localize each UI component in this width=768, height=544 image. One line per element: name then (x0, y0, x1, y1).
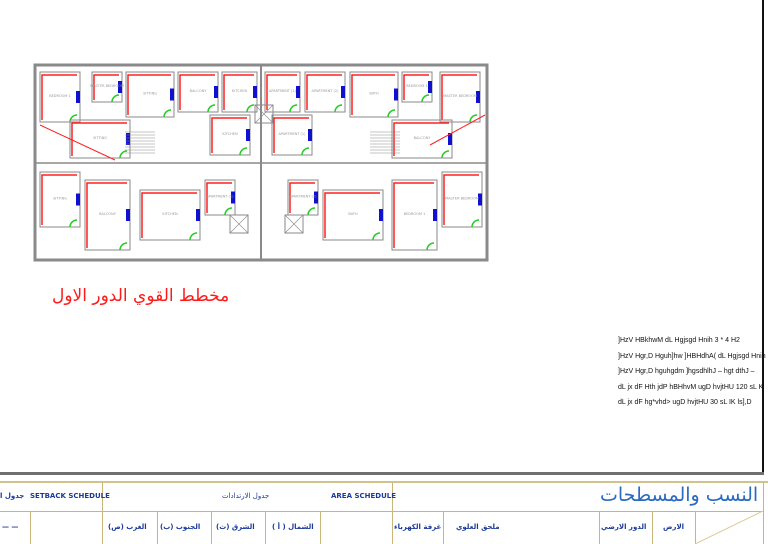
setback-title-ar: جدول ا (0, 492, 25, 500)
door-swing (119, 150, 128, 159)
distribution-panel (394, 88, 398, 101)
area-electric-room: غرفة الكهرباء (394, 523, 442, 531)
room-label: BALCONY (99, 212, 117, 216)
door-swing (119, 242, 128, 251)
floor-plan-drawing: BEDROOM 1 MASTER BEDROOM SITTING BALCONY KIT… (33, 63, 489, 262)
door-swing (334, 104, 343, 113)
drawing-title: مخطط القوي الدور الاول (52, 286, 230, 306)
room-label: MASTER BEDROOM (90, 84, 124, 88)
room-label: MASTER BEDROOM (443, 94, 477, 98)
distribution-panel (126, 209, 130, 221)
door-swing (441, 150, 450, 159)
col-line (30, 511, 31, 544)
drawing-border-bottom (0, 472, 764, 475)
distribution-panel (428, 81, 432, 93)
diagonal-line (695, 511, 763, 544)
area-land: الارض (663, 523, 685, 531)
door-swing (426, 242, 435, 251)
elevator-cross (229, 214, 249, 234)
distribution-panel (76, 91, 80, 103)
door-swing (421, 94, 430, 103)
room-label: BALCONY (190, 89, 208, 93)
door-swing (163, 109, 172, 118)
door-swing (69, 114, 78, 123)
setback-north: الشمال ( أ ) (272, 523, 314, 531)
room-label: MASTER BEDROOM (445, 197, 479, 201)
note-line: dL jx dF Hth jdP hBHhvM ugD hvjtHU 120 s… (618, 383, 764, 391)
distribution-panel (214, 86, 218, 98)
room-label: KITCHEN (162, 212, 178, 216)
distribution-panel (433, 209, 437, 221)
area-roof-annex: ملحق العلوي (456, 523, 500, 531)
door-swing (239, 147, 248, 156)
area-title-en: AREA SCHEDULE (331, 492, 396, 500)
distribution-panel (246, 129, 250, 141)
area-ground-floor: الدور الارضي (601, 523, 647, 531)
distribution-panel (170, 88, 174, 101)
wiring-diagonal (39, 124, 116, 161)
room-label: BEDROOM 1 (406, 84, 428, 88)
room-label: APARTMENT (1) (206, 195, 234, 199)
elevator-cross (284, 214, 304, 234)
distribution-panel (341, 86, 345, 98)
door-swing (387, 109, 396, 118)
distribution-panel (76, 193, 80, 206)
area-title-ar: النسب والمسطحات (600, 484, 759, 506)
room-label: APARTMENT (1) (278, 132, 306, 136)
door-swing (372, 232, 381, 241)
row-divider (0, 511, 763, 512)
setback-east: الشرق (ث) (216, 523, 255, 531)
room-label: SITTING (93, 136, 107, 140)
room-label: KITCHEN (232, 89, 248, 93)
distribution-panel (296, 86, 300, 98)
room-label: BALCONY (414, 136, 432, 140)
distribution-panel (308, 129, 312, 141)
col-line (211, 511, 212, 544)
setbacks-title-ar: جدول الارتدادات (222, 492, 270, 500)
note-line: ]HzV Hgr,D Hguh]hw ]HBHdhA( dL Hgjsgd Hn… (618, 352, 766, 360)
setback-title-en: SETBACK SCHEDULE (30, 492, 110, 500)
setback-south: الجنوب (ب) (160, 523, 201, 531)
door-swing (207, 104, 216, 113)
note-line: ]HzV HBkhwM dL Hgjsgd Hnih 3 * 4 H2 (618, 337, 740, 344)
door-swing (111, 94, 120, 103)
door-swing (189, 232, 198, 241)
title-block-table: جدول ا SETBACK SCHEDULE جدول الارتدادات … (0, 481, 768, 544)
distribution-panel (253, 86, 257, 98)
note-line: ]HzV Hgr,D hguhgdm ]hgsdhlhJ – hgt dthJ … (618, 368, 755, 375)
note-line: dL jx dF hg*vhd> ugD hvjtHU 30 sL IK ls]… (618, 399, 752, 406)
door-swing (246, 104, 255, 113)
door-swing (471, 219, 480, 228)
door-swing (69, 219, 78, 228)
room-label: SITTING (53, 197, 67, 201)
col-line (652, 511, 653, 544)
door-swing (224, 207, 233, 216)
door-swing (289, 104, 298, 113)
elevator-cross (254, 104, 274, 124)
room-label: KITCHEN (222, 132, 238, 136)
col-line (443, 511, 444, 544)
col-line (265, 511, 266, 544)
drawing-border-right (762, 0, 764, 475)
room-label: BATH (348, 212, 358, 216)
room-label: SITTING (143, 92, 157, 96)
col-line (763, 483, 764, 544)
setback-dash: — — (2, 523, 19, 531)
col-line (320, 511, 321, 544)
room-label: BEDROOM 1 (404, 212, 426, 216)
general-notes: ]HzV HBkhwM dL Hgjsgd Hnih 3 * 4 H2 ]HzV… (618, 333, 766, 411)
distribution-panel (196, 209, 200, 221)
room-label: APARTMENT (1) (269, 89, 297, 93)
col-line (157, 511, 158, 544)
setback-west: الغرب (ص) (108, 523, 147, 531)
col-line (599, 511, 600, 544)
room-label: APARTMENT (2) (289, 195, 317, 199)
room-label: APARTMENT (2) (311, 89, 339, 93)
room-label: BATH (369, 92, 379, 96)
room-label: BEDROOM 1 (49, 94, 71, 98)
door-swing (307, 207, 316, 216)
door-swing (301, 147, 310, 156)
distribution-panel (379, 209, 383, 221)
